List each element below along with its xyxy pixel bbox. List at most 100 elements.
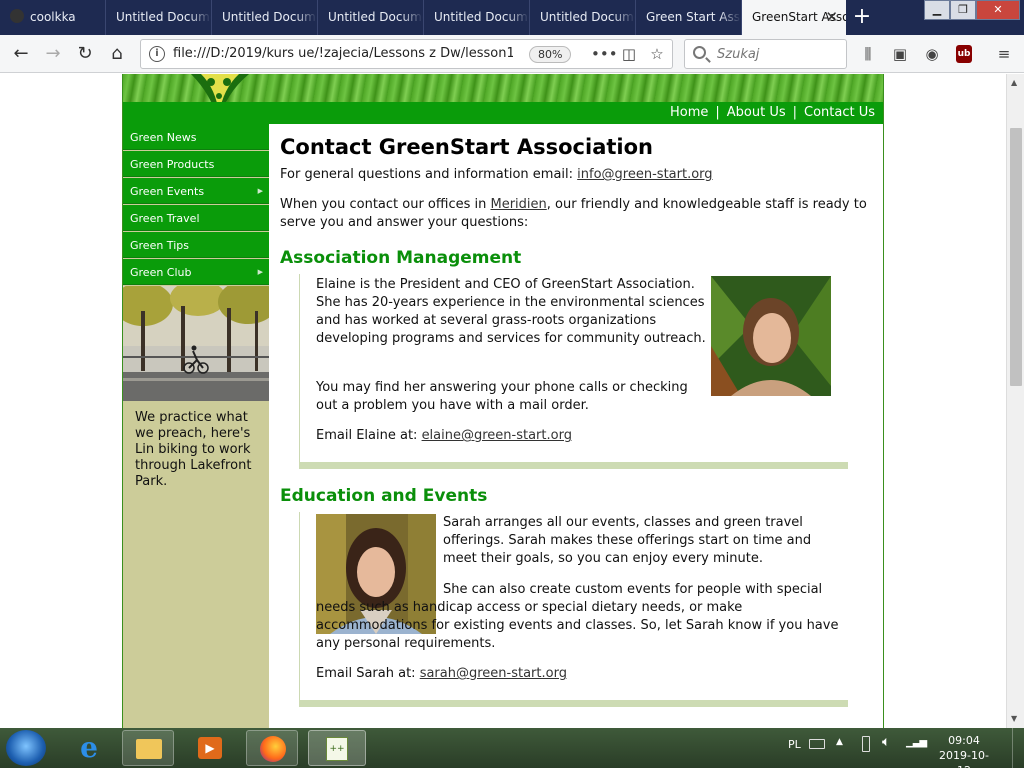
sidebar-caption: We practice what we preach, here's Lin b… [135,410,252,489]
nav-contact-link[interactable]: Contact Us [804,105,875,120]
account-icon[interactable]: ◉ [921,43,943,65]
notepadpp-taskbar-button[interactable]: ++ [308,730,366,766]
nav-separator: | [715,105,720,120]
internet-explorer-icon[interactable]: e [70,732,108,764]
sidebar-item-green-club[interactable]: Green Club ▶ [123,259,269,285]
back-button[interactable]: ← [6,39,36,69]
sidebar-item-label: Green Club [130,266,192,279]
page-viewport: Home | About Us | Contact Us Green News Gree… [0,74,1006,728]
battery-icon[interactable] [862,736,870,752]
tab-untitled-5[interactable]: Untitled Document [530,0,636,35]
tab-green-start-association[interactable]: Green Start Association [636,0,742,35]
tab-coolkka[interactable]: coolkka [0,0,106,35]
elaine-photo [711,276,831,396]
nav-home-link[interactable]: Home [670,105,708,120]
menu-icon[interactable]: ≡ [993,43,1015,65]
clock-time: 09:04 [948,734,980,747]
github-icon [10,9,24,23]
search-box[interactable] [684,39,847,69]
volume-icon[interactable]: 🔈︎ [882,734,890,750]
nav-separator: | [792,105,797,120]
tab-label: coolkka [30,10,76,24]
tab-label: Green Start Association [646,10,741,24]
search-input[interactable] [717,40,837,68]
tab-label: Untitled Document [434,10,529,24]
pocket-icon[interactable]: ◫ [619,44,639,64]
page-actions-icon[interactable]: ••• [591,44,618,64]
sidebar-icon[interactable]: ▣ [889,43,911,65]
sidebar-item-label: Green Events [130,185,205,198]
submenu-arrow-icon: ▶ [257,187,263,195]
firefox-taskbar-button[interactable] [246,730,298,766]
tab-label: Untitled Document [222,10,317,24]
elaine-email-link[interactable]: elaine@green-start.org [422,428,572,443]
url-bar[interactable]: i file:///D:/2019/kurs ue/!zajecia/Lesso… [140,39,673,69]
library-icon[interactable]: ⫼ [857,43,879,65]
forward-button[interactable]: → [38,39,68,69]
section-divider [299,700,848,707]
search-icon [693,46,706,59]
show-hidden-icons-icon[interactable]: ▲ [836,737,843,747]
tab-greenstart-active[interactable]: GreenStart Association✕ [742,0,846,35]
greenstart-page: Home | About Us | Contact Us Green News Gree… [122,74,884,728]
network-signal-icon[interactable]: ▁▃▅ [906,737,927,748]
media-player-taskbar-button[interactable]: ▶ [184,730,236,766]
url-text[interactable]: file:///D:/2019/kurs ue/!zajecia/Lessons… [173,40,513,68]
nav-about-link[interactable]: About Us [727,105,786,120]
window-controls: ▁ ❐ ✕ [924,0,1020,20]
start-button[interactable] [6,730,46,766]
taskbar: e ▶ ++ PL ▲ 🔈︎ ▁▃▅ 09:04 2019-10-12 [0,728,1024,768]
folder-icon [136,739,162,759]
reload-button[interactable]: ↻ [70,39,100,69]
minimize-button[interactable]: ▁ [924,0,950,20]
scroll-down-icon[interactable]: ▼ [1011,714,1017,723]
tab-label: Untitled Document [328,10,423,24]
clock[interactable]: 09:04 2019-10-12 [934,733,994,768]
scroll-thumb[interactable] [1010,128,1022,386]
info-email-link[interactable]: info@green-start.org [577,167,712,182]
tab-bar: coolkka Untitled Document Untitled Docum… [0,0,1024,35]
tab-untitled-3[interactable]: Untitled Document [318,0,424,35]
section-heading-management: Association Management [280,248,522,268]
vertical-scrollbar[interactable]: ▲ ▼ [1006,74,1024,728]
notepadpp-icon: ++ [326,737,348,761]
sidebar-item-green-events[interactable]: Green Events ▶ [123,178,269,204]
clock-date: 2019-10-12 [939,749,989,768]
close-tab-icon[interactable]: ✕ [825,0,838,35]
tab-untitled-4[interactable]: Untitled Document [424,0,530,35]
sidebar-item-green-tips[interactable]: Green Tips [123,232,269,258]
elaine-bio: Elaine is the President and CEO of Green… [316,277,706,346]
ublock-icon[interactable]: ub [956,45,972,63]
sidebar-item-label: Green Tips [130,239,189,252]
sidebar-item-label: Green Travel [130,212,200,225]
elaine-email-line: Email Elaine at: elaine@green-start.org [316,427,708,445]
sidebar-item-green-products[interactable]: Green Products [123,151,269,177]
top-navigation: Home | About Us | Contact Us [123,102,883,124]
maximize-button[interactable]: ❐ [950,0,976,20]
elaine-availability: You may find her answering your phone ca… [316,380,688,413]
home-icon[interactable]: ⌂ [102,39,132,69]
new-tab-button[interactable]: + [848,3,876,31]
sidebar-item-label: Green Products [130,158,215,171]
explorer-taskbar-button[interactable] [122,730,174,766]
language-indicator[interactable]: PL [788,738,801,751]
sarah-bio: Sarah arranges all our events, classes a… [443,515,812,566]
meridien-link[interactable]: Meridien [491,197,547,212]
tab-label: Untitled Document [540,10,635,24]
keyboard-icon[interactable] [809,739,825,749]
sidebar: Green News Green Products Green Events ▶ … [123,124,269,728]
zoom-level-badge[interactable]: 80% [529,46,572,63]
info-icon[interactable]: i [149,46,165,62]
intro-paragraph-2: When you contact our offices in Meridien… [280,196,870,232]
tab-untitled-1[interactable]: Untitled Document [106,0,212,35]
sarah-email-link[interactable]: sarah@green-start.org [420,666,567,681]
show-desktop-button[interactable] [1012,728,1024,768]
tab-label: Untitled Document [116,10,211,24]
sidebar-item-green-news[interactable]: Green News [123,124,269,150]
sidebar-item-green-travel[interactable]: Green Travel [123,205,269,231]
bookmark-star-icon[interactable]: ☆ [647,44,667,64]
scroll-up-icon[interactable]: ▲ [1011,78,1017,87]
section-heading-education: Education and Events [280,486,488,506]
close-window-button[interactable]: ✕ [976,0,1020,20]
tab-untitled-2[interactable]: Untitled Document [212,0,318,35]
